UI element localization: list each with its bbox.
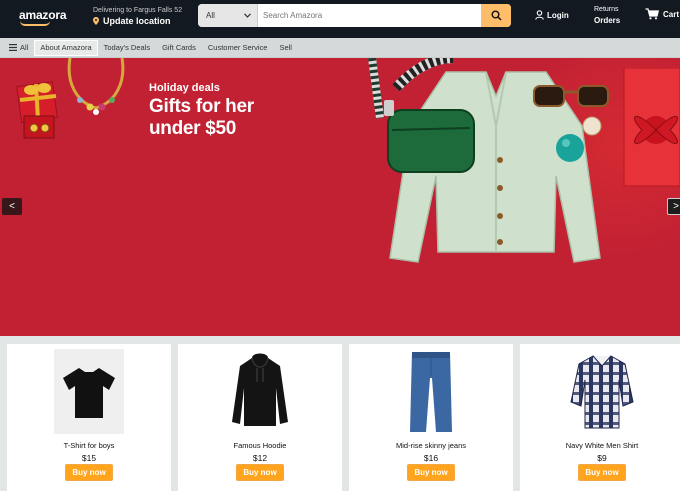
nav-todays-deals[interactable]: Today's Deals: [98, 40, 156, 56]
product-card[interactable]: Famous Hoodie $12 Buy now: [178, 344, 342, 491]
product-row: T-Shirt for boys $15 Buy now Famous Hood…: [0, 336, 680, 491]
search-category-value: All: [206, 11, 215, 20]
login-button[interactable]: Login: [535, 10, 569, 20]
location-pin-icon: [93, 17, 99, 25]
delivery-location[interactable]: Delivering to Fargus Falls 52 Update loc…: [93, 7, 182, 26]
search-bar: All: [198, 4, 511, 27]
product-card[interactable]: T-Shirt for boys $15 Buy now: [7, 344, 171, 491]
product-name[interactable]: Famous Hoodie: [178, 441, 342, 450]
buy-now-button[interactable]: Buy now: [407, 464, 455, 481]
logo-smile-icon: [20, 21, 50, 26]
jeans-image: [410, 351, 452, 432]
product-name[interactable]: T-Shirt for boys: [7, 441, 171, 450]
tshirt-image: [63, 367, 115, 418]
returns-orders-link[interactable]: Returns Orders: [594, 6, 620, 25]
nav-about[interactable]: About Amazora: [34, 39, 98, 56]
chevron-down-icon: [244, 13, 251, 18]
logo[interactable]: amazora: [19, 8, 66, 22]
search-input[interactable]: [258, 4, 481, 27]
product-card[interactable]: Mid-rise skinny jeans $16 Buy now: [349, 344, 513, 491]
nav-gift-cards[interactable]: Gift Cards: [156, 40, 202, 56]
carousel-prev-button[interactable]: <: [2, 198, 22, 215]
sunglasses-image: [533, 85, 609, 107]
green-bag-image: [384, 100, 475, 173]
cart-icon: [645, 8, 659, 20]
nav-sell[interactable]: Sell: [273, 40, 298, 56]
product-image[interactable]: [520, 349, 680, 434]
product-image[interactable]: [178, 349, 342, 434]
product-image[interactable]: [7, 349, 171, 434]
search-icon: [491, 10, 502, 21]
search-button[interactable]: [481, 4, 511, 27]
product-name[interactable]: Navy White Men Shirt: [520, 441, 680, 450]
all-menu-label: All: [20, 43, 29, 52]
product-price: $9: [597, 453, 607, 463]
product-name[interactable]: Mid-rise skinny jeans: [349, 441, 513, 450]
top-navbar: amazora Delivering to Fargus Falls 52 Up…: [0, 0, 680, 38]
update-location-link[interactable]: Update location: [103, 16, 171, 26]
returns-label: Returns: [594, 6, 619, 13]
red-gift-box-image: [623, 68, 680, 187]
ornament-image: [556, 116, 602, 162]
product-image[interactable]: [349, 349, 513, 434]
product-price: $12: [252, 453, 268, 463]
cart-button[interactable]: Cart: [645, 8, 679, 20]
orders-label: Orders: [594, 16, 621, 25]
buy-now-button[interactable]: Buy now: [65, 464, 113, 481]
plaid-shirt-image: [570, 354, 634, 428]
buy-now-button[interactable]: Buy now: [578, 464, 626, 481]
buy-now-button[interactable]: Buy now: [236, 464, 284, 481]
necklace-image: [67, 58, 125, 115]
product-card[interactable]: Navy White Men Shirt $9 Buy now: [520, 344, 680, 491]
carousel-next-button[interactable]: >: [667, 198, 680, 215]
all-menu-button[interactable]: All: [0, 40, 34, 56]
gift-box-image: [16, 81, 58, 139]
cart-label: Cart: [663, 9, 680, 19]
delivery-text: Delivering to Fargus Falls 52: [93, 7, 183, 14]
product-price: $16: [423, 453, 439, 463]
hero-subtitle: Holiday deals: [149, 82, 220, 94]
hero-banner[interactable]: Holiday deals Gifts for her under $50 < …: [0, 58, 680, 336]
user-icon: [535, 10, 544, 20]
product-price: $15: [81, 453, 97, 463]
hoodie-image: [232, 353, 288, 426]
hero-title: Gifts for her under $50: [149, 96, 254, 139]
search-category-select[interactable]: All: [198, 4, 258, 27]
nav-customer-service[interactable]: Customer Service: [202, 40, 274, 56]
login-label: Login: [547, 10, 569, 20]
hamburger-menu-icon: [9, 44, 17, 51]
secondary-navbar: All About Amazora Today's Deals Gift Car…: [0, 38, 680, 58]
